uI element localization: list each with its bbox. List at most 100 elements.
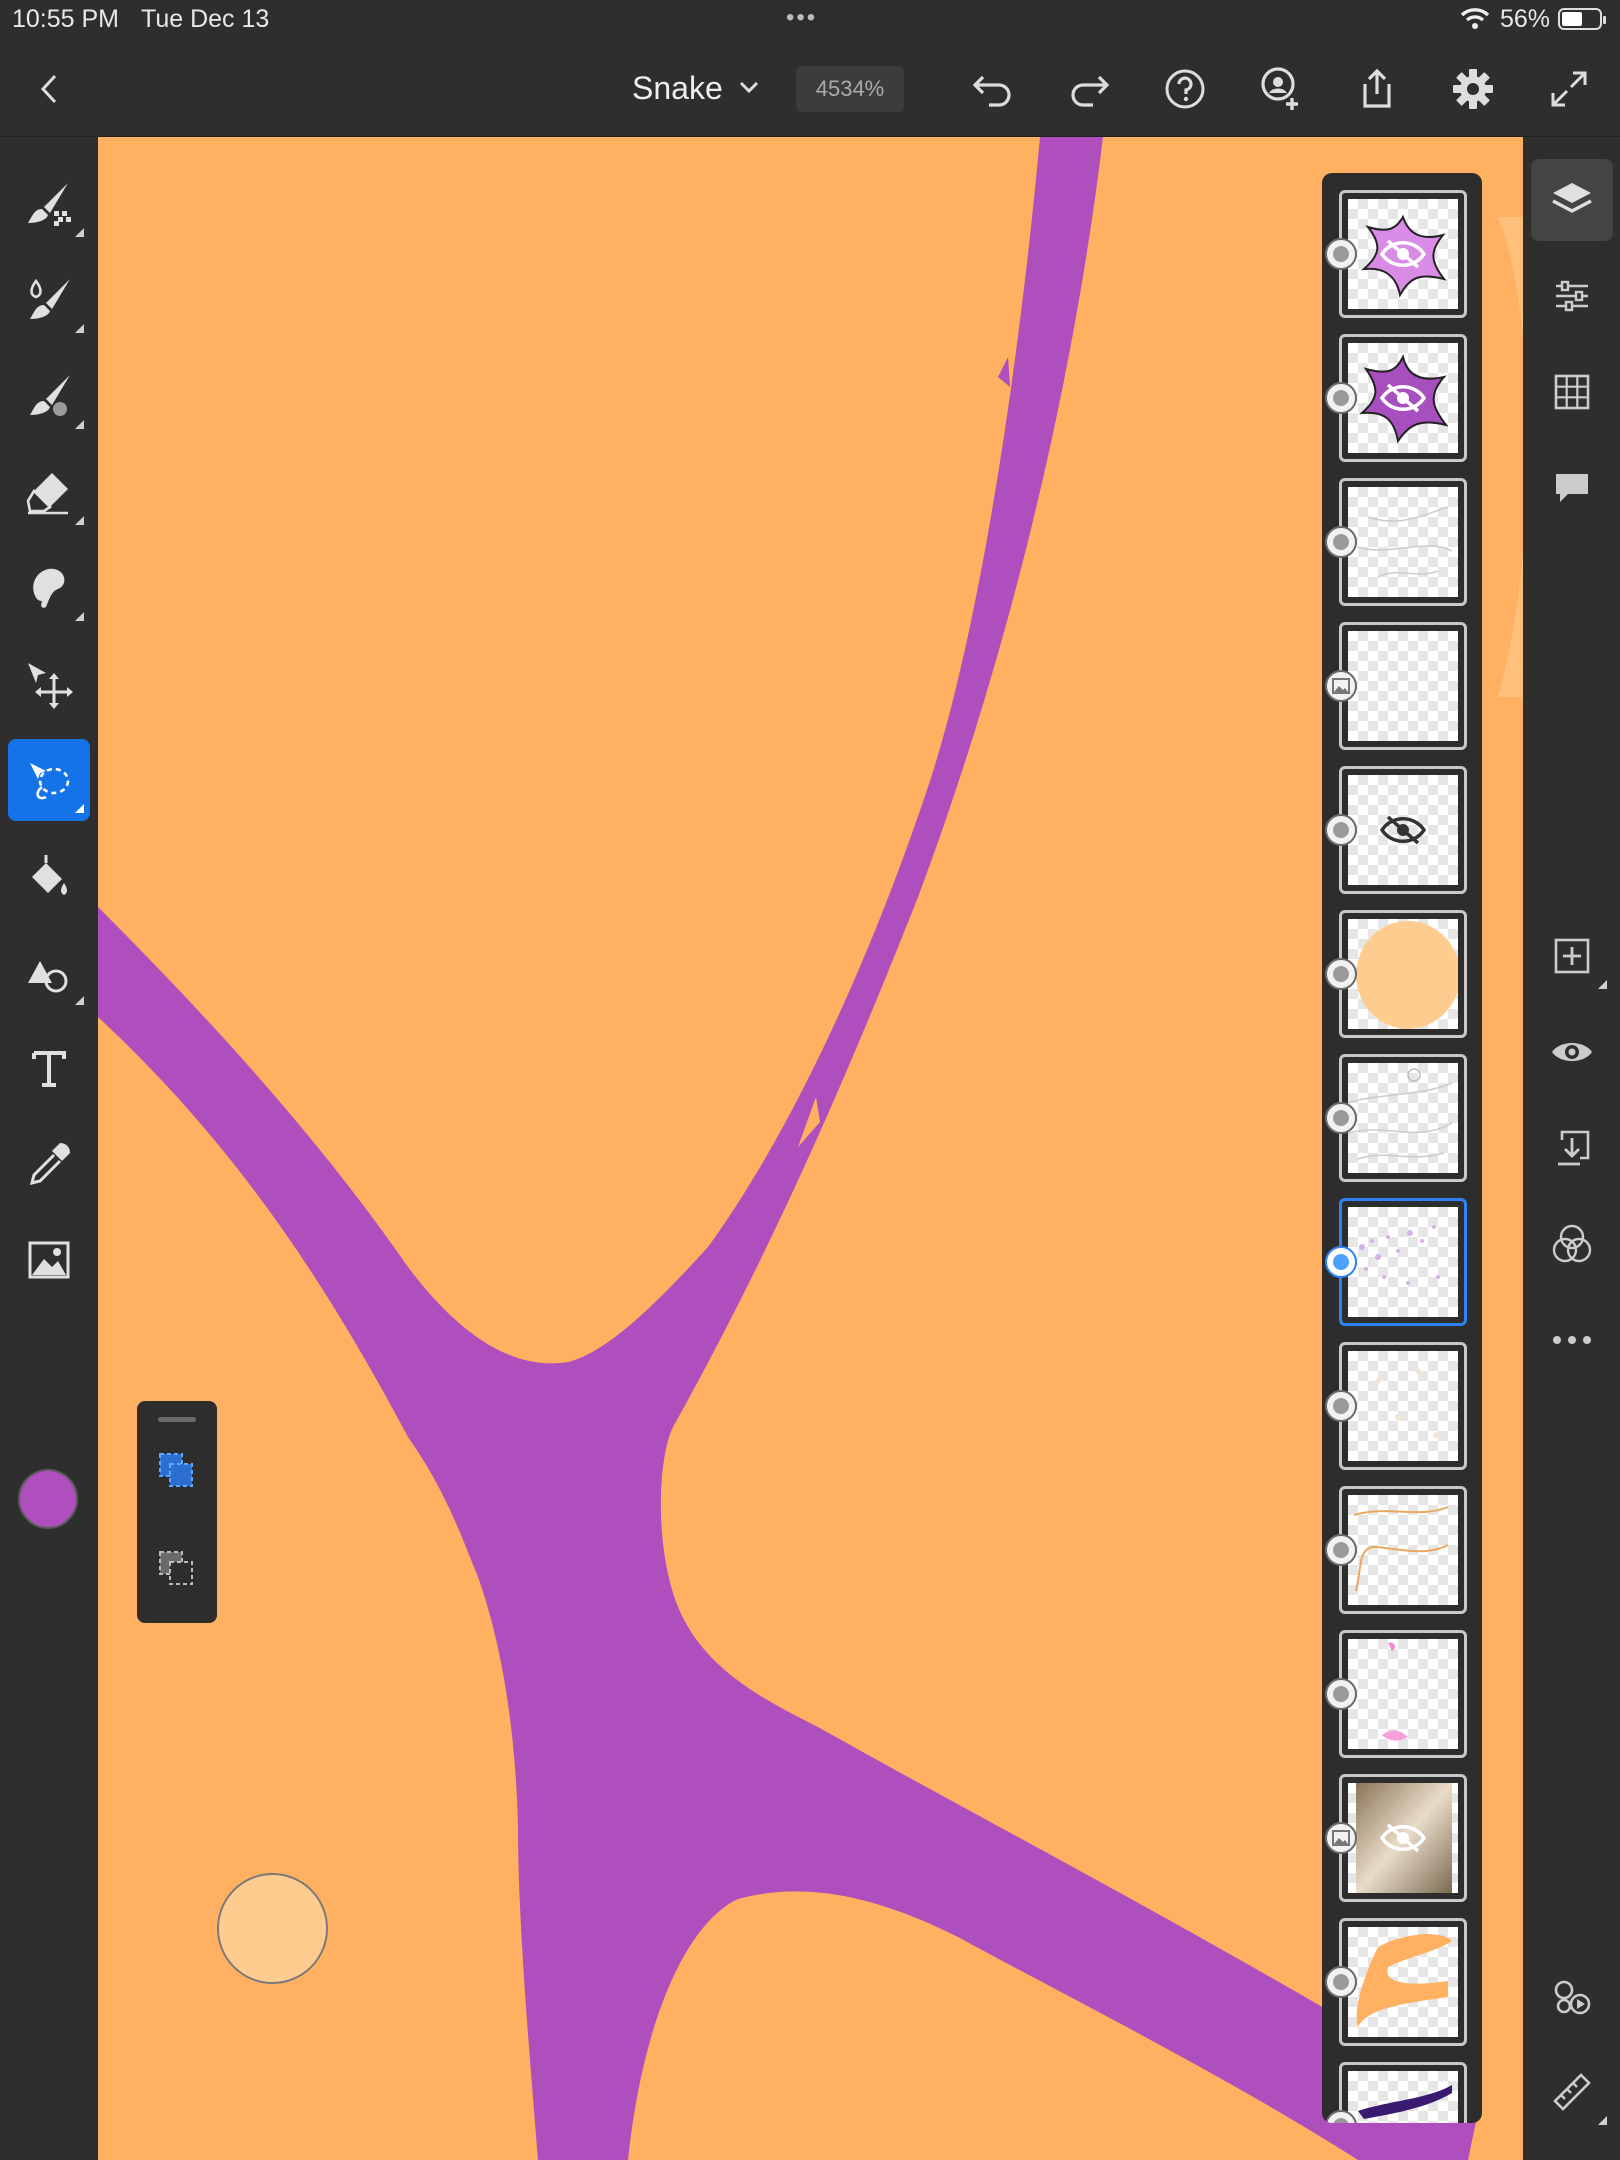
layer-select-radio[interactable] xyxy=(1325,814,1357,846)
undo-icon xyxy=(972,75,1011,107)
chevron-down-icon[interactable] xyxy=(736,74,762,105)
layer-thumbnail-selected[interactable] xyxy=(1325,1198,1467,1326)
battery-percent: 56% xyxy=(1500,5,1551,33)
layer-thumbnail[interactable] xyxy=(1325,190,1467,318)
layer-thumbnail[interactable] xyxy=(1325,2062,1467,2123)
move-icon xyxy=(28,663,73,709)
eraser-icon xyxy=(26,473,68,515)
brush-preview-circle[interactable] xyxy=(217,1873,328,1984)
invite-button[interactable] xyxy=(1258,66,1304,112)
place-image-tool[interactable] xyxy=(8,1219,90,1301)
fill-tool[interactable] xyxy=(8,835,90,917)
blend-modes-icon xyxy=(1552,1224,1592,1263)
selection-tool[interactable] xyxy=(8,739,90,821)
status-bar: 10:55 PM Tue Dec 13 ••• 56% xyxy=(0,0,1620,40)
layer-select-radio[interactable] xyxy=(1325,1966,1357,1998)
pixel-brush-tool[interactable] xyxy=(8,163,90,245)
layer-select-radio[interactable] xyxy=(1325,1534,1357,1566)
layer-select-radio[interactable] xyxy=(1325,238,1357,270)
layer-select-radio[interactable] xyxy=(1325,526,1357,558)
text-tool[interactable] xyxy=(8,1027,90,1109)
selection-options-popover xyxy=(137,1401,217,1623)
image-layer-badge[interactable] xyxy=(1325,670,1357,702)
help-button[interactable] xyxy=(1162,66,1208,112)
livestream-button[interactable] xyxy=(1531,1955,1613,2037)
image-icon xyxy=(1332,678,1350,694)
merge-down-button[interactable] xyxy=(1531,1107,1613,1189)
eyedropper-tool[interactable] xyxy=(8,1123,90,1205)
layer-thumbnail[interactable] xyxy=(1325,1918,1467,2046)
right-toolbar xyxy=(1523,137,1620,2160)
layer-select-radio[interactable] xyxy=(1325,1102,1357,1134)
chevron-left-icon xyxy=(40,74,57,104)
eraser-tool[interactable] xyxy=(8,451,90,533)
left-toolbar xyxy=(0,137,98,2160)
shapes-icon xyxy=(28,961,68,993)
layer-thumbnail[interactable] xyxy=(1325,622,1467,750)
layers-button[interactable] xyxy=(1531,159,1613,241)
subtract-selection-icon xyxy=(159,1551,193,1585)
layer-thumbnail[interactable] xyxy=(1325,1342,1467,1470)
eye-icon xyxy=(1552,1043,1592,1061)
add-to-selection-button[interactable] xyxy=(151,1445,203,1497)
grid-icon xyxy=(1554,374,1590,410)
layer-properties-button[interactable] xyxy=(1531,255,1613,337)
layer-select-radio[interactable] xyxy=(1325,1246,1357,1278)
vector-brush-icon xyxy=(30,375,70,416)
help-icon xyxy=(1165,69,1205,109)
fullscreen-button[interactable] xyxy=(1546,66,1592,112)
layer-thumbnail[interactable] xyxy=(1325,1486,1467,1614)
move-tool[interactable] xyxy=(8,643,90,725)
grid-button[interactable] xyxy=(1531,351,1613,433)
layer-thumbnail[interactable] xyxy=(1325,1630,1467,1758)
visibility-button[interactable] xyxy=(1531,1011,1613,1093)
layers-icon xyxy=(1552,183,1592,213)
more-options-button[interactable] xyxy=(1531,1299,1613,1381)
zoom-level[interactable]: 4534% xyxy=(796,66,904,112)
layers-panel xyxy=(1322,173,1482,2123)
ellipsis-icon xyxy=(1553,1336,1591,1344)
layer-thumbnail[interactable] xyxy=(1325,334,1467,462)
image-layer-badge[interactable] xyxy=(1325,1822,1357,1854)
add-layer-icon xyxy=(1554,938,1590,974)
drawing-canvas[interactable] xyxy=(98,137,1523,2160)
layer-thumbnail[interactable] xyxy=(1325,1774,1467,1902)
layer-thumbnail[interactable] xyxy=(1325,766,1467,894)
drag-handle[interactable] xyxy=(158,1417,196,1422)
settings-button[interactable] xyxy=(1450,66,1496,112)
color-swatch[interactable] xyxy=(18,1469,78,1529)
live-brush-tool[interactable] xyxy=(8,259,90,341)
comment-icon xyxy=(1556,474,1588,502)
livestream-icon xyxy=(1554,1980,1591,2015)
comments-button[interactable] xyxy=(1531,447,1613,529)
shapes-tool[interactable] xyxy=(8,931,90,1013)
document-title[interactable]: Snake xyxy=(632,70,723,107)
expand-icon xyxy=(1551,71,1587,107)
multitask-indicator[interactable]: ••• xyxy=(786,4,817,32)
layer-select-radio[interactable] xyxy=(1325,382,1357,414)
wifi-icon xyxy=(1460,6,1490,37)
hidden-eye-icon xyxy=(1379,815,1427,845)
ruler-button[interactable] xyxy=(1531,2051,1613,2133)
vector-brush-tool[interactable] xyxy=(8,355,90,437)
smudge-icon xyxy=(33,568,65,608)
add-layer-button[interactable] xyxy=(1531,915,1613,997)
layer-select-radio[interactable] xyxy=(1325,1390,1357,1422)
layer-thumbnail[interactable] xyxy=(1325,1054,1467,1182)
layer-select-radio[interactable] xyxy=(1325,958,1357,990)
smudge-tool[interactable] xyxy=(8,547,90,629)
sliders-icon xyxy=(1556,280,1588,312)
layer-thumbnail[interactable] xyxy=(1325,910,1467,1038)
share-button[interactable] xyxy=(1354,66,1400,112)
redo-button[interactable] xyxy=(1066,66,1112,112)
back-button[interactable] xyxy=(26,66,72,112)
status-date: Tue Dec 13 xyxy=(141,5,270,33)
undo-button[interactable] xyxy=(970,66,1016,112)
layer-thumbnail[interactable] xyxy=(1325,478,1467,606)
hidden-eye-icon xyxy=(1379,239,1427,269)
blend-modes-button[interactable] xyxy=(1531,1203,1613,1285)
lasso-select-icon xyxy=(30,763,70,800)
subtract-selection-button[interactable] xyxy=(151,1543,203,1595)
layer-select-radio[interactable] xyxy=(1325,1678,1357,1710)
image-icon xyxy=(1332,1830,1350,1846)
